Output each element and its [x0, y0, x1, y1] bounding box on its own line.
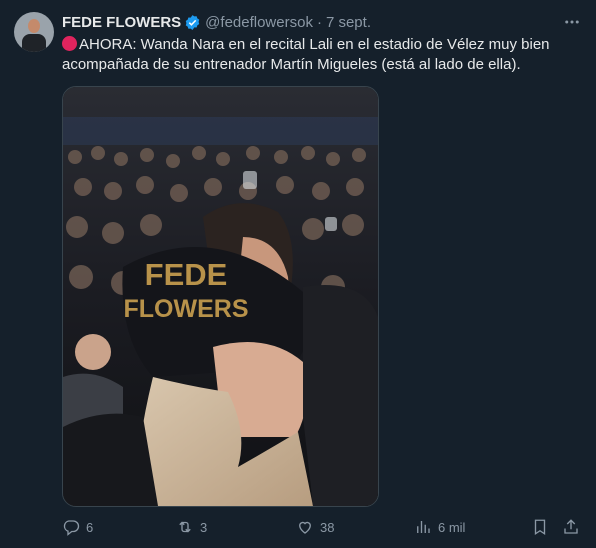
- share-icon: [564, 519, 578, 534]
- red-circle-icon: [62, 36, 77, 51]
- views-button[interactable]: 6 mil: [414, 517, 465, 537]
- views-icon: [417, 521, 430, 533]
- retweet-count: 3: [200, 519, 208, 535]
- author-handle[interactable]: @fedeflowersok: [205, 14, 313, 31]
- retweet-icon: [179, 521, 191, 533]
- tweet-date[interactable]: 7 sept.: [326, 14, 371, 31]
- reply-count: 6: [86, 519, 94, 535]
- tweet[interactable]: FEDE FLOWERS @fedeflowersok · 7 sept. AH…: [0, 0, 596, 548]
- share-button[interactable]: [562, 517, 586, 537]
- avatar-head: [28, 19, 40, 33]
- like-button[interactable]: 38: [296, 517, 334, 537]
- like-count: 38: [320, 519, 335, 535]
- watermark-line1: FEDE: [145, 257, 228, 292]
- avatar[interactable]: [14, 12, 54, 52]
- bookmark-button[interactable]: [531, 517, 555, 537]
- tweet-header: FEDE FLOWERS @fedeflowersok · 7 sept.: [62, 12, 371, 32]
- reply-icon: [63, 520, 80, 536]
- more-options-icon[interactable]: [560, 10, 584, 34]
- tweet-video[interactable]: FEDE FLOWERS: [62, 86, 379, 507]
- avatar-body: [22, 34, 46, 52]
- tweet-text-line2: acompañada de su entrenador Martín Migue…: [62, 56, 521, 73]
- reply-button[interactable]: 6: [62, 517, 93, 537]
- video-frame: FEDE FLOWERS: [63, 87, 378, 506]
- tweet-text-line1: AHORA: Wanda Nara en el recital Lali en …: [79, 36, 550, 53]
- bookmark-icon: [534, 519, 546, 536]
- tweet-actions: 6 3 38 6 mil: [62, 517, 582, 537]
- views-count: 6 mil: [438, 519, 466, 535]
- retweet-button[interactable]: 3: [176, 517, 207, 537]
- like-icon: [299, 521, 311, 534]
- separator-dot: ·: [316, 13, 322, 31]
- author-name[interactable]: FEDE FLOWERS: [62, 14, 181, 31]
- verified-badge-icon: [185, 14, 200, 30]
- tweet-text: AHORA: Wanda Nara en el recital Lali en …: [62, 35, 578, 75]
- watermark-line2: FLOWERS: [124, 295, 249, 323]
